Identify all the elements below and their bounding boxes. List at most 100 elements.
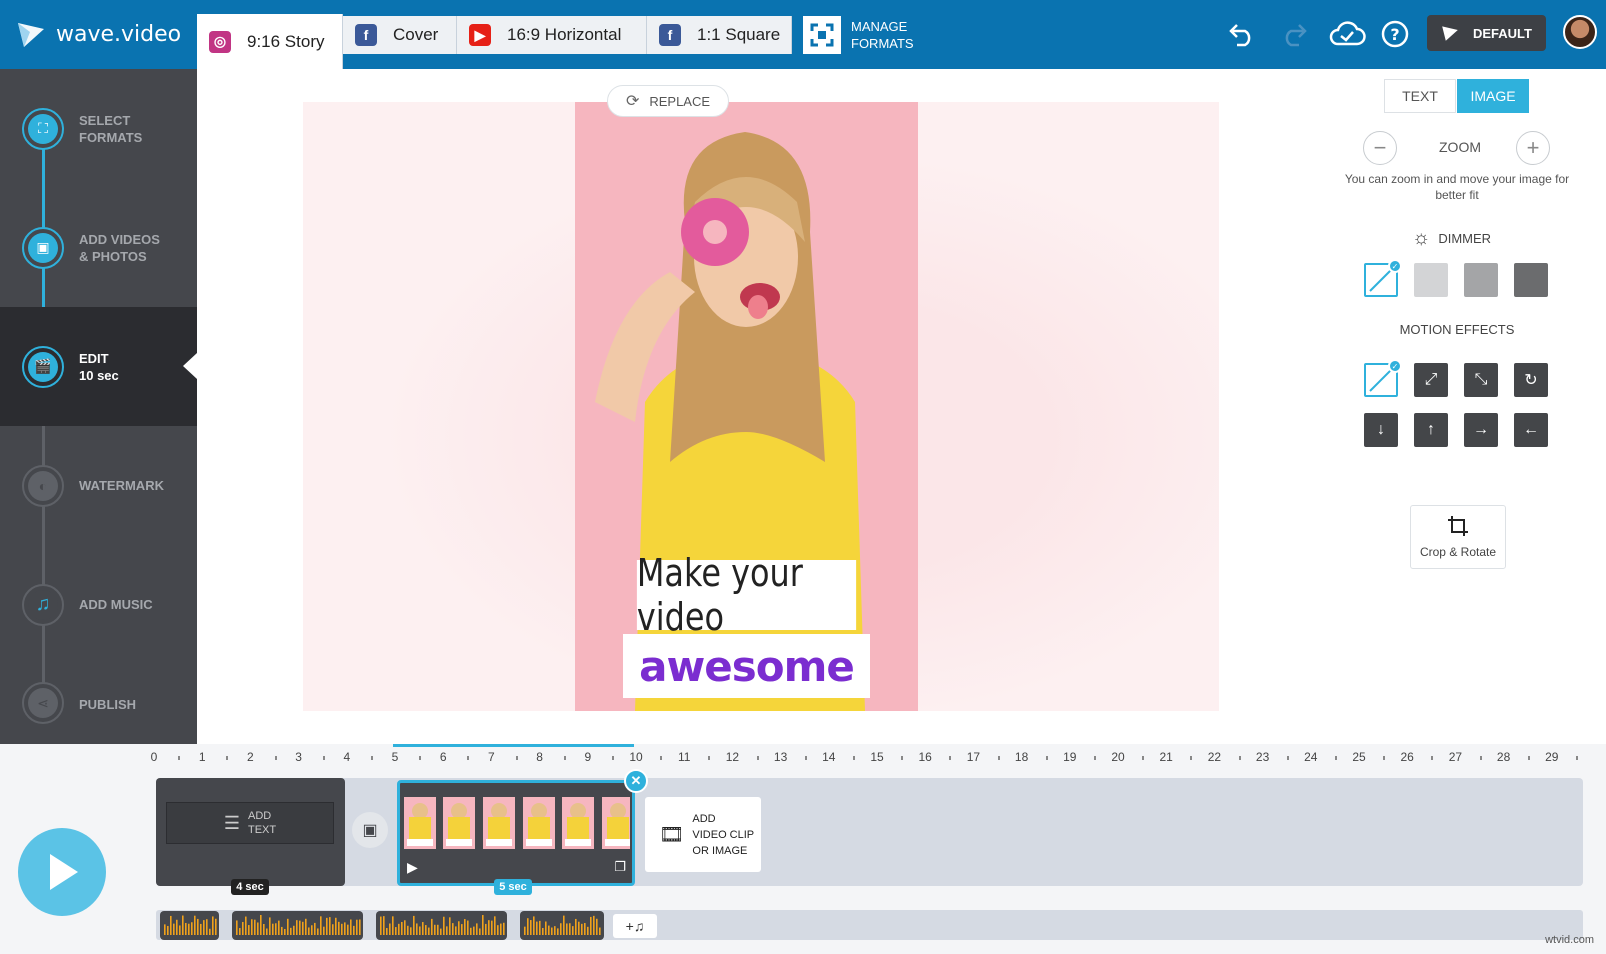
manage-formats-button[interactable]: MANAGEFORMATS xyxy=(803,16,914,54)
step-add-music[interactable]: ♫ ADD MUSIC xyxy=(0,545,197,664)
waveform-bar xyxy=(449,917,451,935)
replace-button[interactable]: ⟳REPLACE xyxy=(607,85,729,117)
tab-image[interactable]: IMAGE xyxy=(1457,79,1529,113)
tab-label: Cover xyxy=(393,25,438,45)
share-icon: ⋖ xyxy=(28,688,58,718)
redo-icon[interactable] xyxy=(1278,18,1310,50)
tab-cover[interactable]: f Cover xyxy=(343,16,457,54)
remove-clip-icon[interactable]: ✕ xyxy=(624,769,648,793)
step-edit[interactable]: 🎬 EDIT10 sec xyxy=(0,307,197,426)
waveform-bar xyxy=(287,919,289,935)
tab-16-9-horizontal[interactable]: ▶ 16:9 Horizontal xyxy=(457,16,647,54)
waveform-bar xyxy=(467,921,469,935)
waveform-bar xyxy=(254,920,256,935)
music-segment[interactable] xyxy=(160,911,219,940)
waveform-bar xyxy=(185,923,187,935)
music-segment[interactable] xyxy=(232,911,363,940)
cloud-saved-icon[interactable] xyxy=(1328,18,1366,50)
ruler-tick-label: 20 xyxy=(1111,750,1124,764)
tab-9-16-story[interactable]: ◎ 9:16 Story xyxy=(197,14,343,69)
step-line2: & PHOTOS xyxy=(79,248,160,265)
pan-right-icon[interactable]: → xyxy=(1464,413,1498,447)
crop-rotate-button[interactable]: Crop & Rotate xyxy=(1410,505,1506,569)
tab-1-1-square[interactable]: f 1:1 Square xyxy=(647,16,792,54)
transition-icon[interactable]: ▣ xyxy=(352,812,388,848)
pan-left-icon[interactable]: ← xyxy=(1514,413,1548,447)
ruler-tick-label: 17 xyxy=(967,750,980,764)
zoom-out-button[interactable]: − xyxy=(1363,131,1397,165)
step-publish[interactable]: ⋖ PUBLISH xyxy=(0,664,197,744)
music-track xyxy=(156,910,1583,940)
default-brand-button[interactable]: DEFAULT xyxy=(1427,15,1546,51)
waveform-bar xyxy=(203,920,205,935)
ruler-tick-mark xyxy=(1480,756,1482,760)
ruler-tick-mark xyxy=(660,756,662,760)
media-icon: ▣ xyxy=(28,233,58,263)
step-add-videos[interactable]: ▣ ADD VIDEOS& PHOTOS xyxy=(0,188,197,307)
clip-play-icon[interactable]: ▶ xyxy=(407,859,418,876)
waveform-bar xyxy=(305,919,307,935)
add-clip-line2: VIDEO CLIP xyxy=(692,827,754,843)
waveform-bar xyxy=(314,923,316,935)
ruler-tick-label: 0 xyxy=(151,750,158,764)
waveform xyxy=(232,911,363,940)
music-segment[interactable] xyxy=(520,911,604,940)
waveform-bar xyxy=(485,924,487,935)
waveform xyxy=(520,911,604,940)
waveform-bar xyxy=(263,924,265,935)
tab-label: 16:9 Horizontal xyxy=(507,25,621,45)
clip-text[interactable]: ☰ ADDTEXT xyxy=(156,778,345,886)
waveform-bar xyxy=(569,923,571,935)
zoom-in-button[interactable]: + xyxy=(1516,131,1550,165)
selected-check-icon: ✓ xyxy=(1388,259,1402,273)
waveform-bar xyxy=(581,924,583,935)
pan-up-icon[interactable]: ↑ xyxy=(1414,413,1448,447)
pan-down-icon[interactable]: ↓ xyxy=(1364,413,1398,447)
help-icon[interactable]: ? xyxy=(1379,18,1411,50)
play-icon xyxy=(42,850,82,894)
clip2-duration-badge: 5 sec xyxy=(494,879,532,895)
step-select-formats[interactable]: ⛶ SELECTFORMATS xyxy=(0,69,197,188)
caption-line-2[interactable]: awesome xyxy=(623,634,870,698)
waveform-bar xyxy=(410,927,412,935)
dimmer-light-option[interactable] xyxy=(1414,263,1448,297)
waveform-bar xyxy=(500,924,502,935)
app-logo[interactable]: wave.video xyxy=(16,14,181,54)
waveform-bar xyxy=(278,921,280,935)
undo-icon[interactable] xyxy=(1226,18,1258,50)
ruler-tick-mark xyxy=(1383,756,1385,760)
rotate-motion-icon[interactable]: ↻ xyxy=(1514,363,1548,397)
music-segment[interactable] xyxy=(376,911,507,940)
dimmer-none-option[interactable]: ✓ xyxy=(1364,263,1398,297)
waveform-bar xyxy=(440,929,442,935)
play-button[interactable] xyxy=(18,828,106,916)
motion-none-option[interactable]: ✓ xyxy=(1364,363,1398,397)
duplicate-icon[interactable]: ❐ xyxy=(614,859,626,875)
zoom-in-motion-icon[interactable]: ⤢ xyxy=(1414,363,1448,397)
user-avatar[interactable] xyxy=(1563,15,1597,49)
ruler-tick-mark xyxy=(708,756,710,760)
dimmer-dark-option[interactable] xyxy=(1514,263,1548,297)
tab-text[interactable]: TEXT xyxy=(1384,79,1456,113)
add-video-clip-button[interactable]: 🎞 ADDVIDEO CLIPOR IMAGE xyxy=(645,797,761,872)
add-music-button[interactable]: +♫ xyxy=(613,914,657,938)
step-watermark[interactable]: ◐ WATERMARK xyxy=(0,426,197,545)
add-text-slot[interactable]: ☰ ADDTEXT xyxy=(166,802,334,844)
ruler-tick-label: 22 xyxy=(1208,750,1221,764)
step-line1: ADD VIDEOS xyxy=(79,231,160,248)
waveform-bar xyxy=(560,923,562,935)
ruler-tick-label: 26 xyxy=(1401,750,1414,764)
waveform-bar xyxy=(272,924,274,935)
ruler-tick-label: 21 xyxy=(1160,750,1173,764)
waveform-bar xyxy=(176,920,178,935)
caption-line-1[interactable]: Make your video xyxy=(637,560,856,630)
waveform-bar xyxy=(584,923,586,935)
zoom-out-motion-icon[interactable]: ⤡ xyxy=(1464,363,1498,397)
ruler-tick-mark xyxy=(1046,756,1048,760)
waveform-bar xyxy=(326,918,328,935)
dimmer-medium-option[interactable] xyxy=(1464,263,1498,297)
ruler-tick-mark xyxy=(275,756,277,760)
step-circle: ◐ xyxy=(22,465,64,507)
ruler-tick-label: 13 xyxy=(774,750,787,764)
clip-video[interactable]: ▶ ❐ xyxy=(397,780,635,886)
